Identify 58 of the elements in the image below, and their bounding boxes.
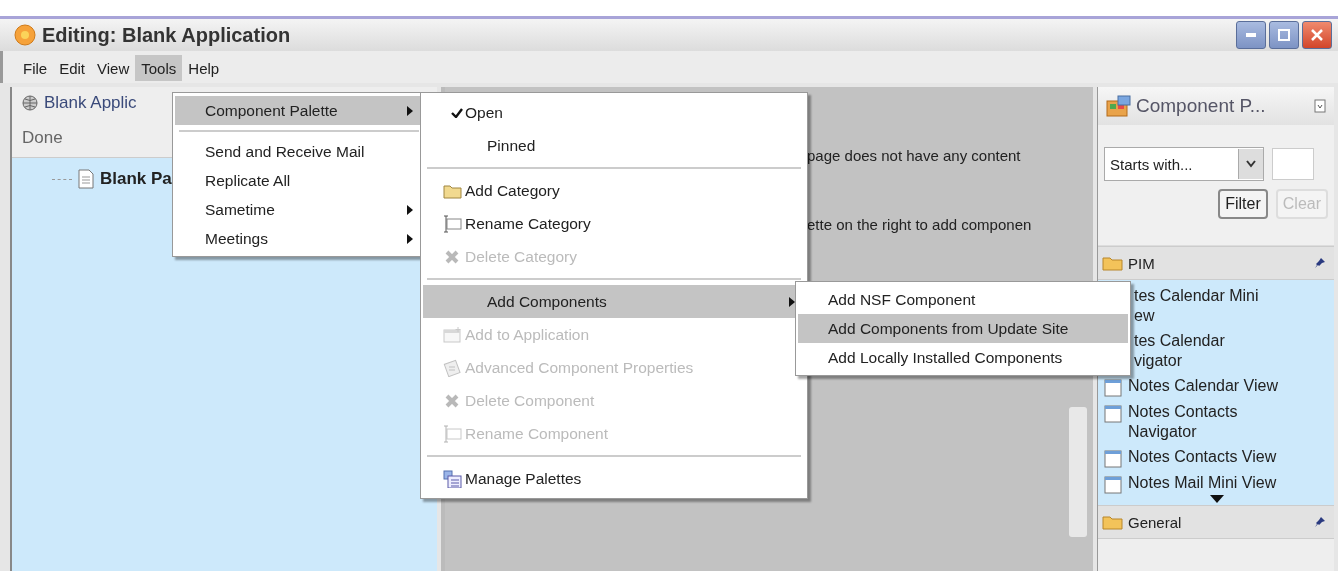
globe-icon bbox=[22, 95, 38, 111]
rename-icon bbox=[443, 214, 463, 233]
window-title: Editing: Blank Application bbox=[42, 23, 292, 47]
palette-list-icon bbox=[443, 469, 463, 488]
category-name: General bbox=[1128, 513, 1183, 531]
category-header[interactable]: General bbox=[1098, 505, 1334, 539]
page-icon bbox=[78, 169, 94, 189]
window-icon bbox=[1104, 405, 1122, 423]
minimize-icon bbox=[1246, 33, 1256, 37]
tree-item[interactable]: Blank Pa bbox=[100, 169, 172, 189]
menu-item[interactable]: Add Category bbox=[423, 174, 805, 207]
menu-item[interactable]: Meetings bbox=[175, 224, 423, 253]
close-icon bbox=[1311, 29, 1323, 41]
window-icon bbox=[1104, 450, 1122, 468]
pin-icon bbox=[1314, 516, 1326, 528]
menu-item[interactable]: Rename Category bbox=[423, 207, 805, 240]
palette-icon bbox=[1106, 95, 1132, 117]
pin-icon bbox=[1314, 257, 1326, 269]
panel-menu-icon bbox=[1314, 99, 1326, 113]
panel-title: Component P... bbox=[1136, 95, 1267, 117]
menu-item[interactable]: View bbox=[91, 55, 136, 81]
maximize-icon bbox=[1278, 29, 1290, 41]
filter-field[interactable] bbox=[1272, 148, 1314, 180]
category-header[interactable]: PIM bbox=[1098, 246, 1334, 280]
menu-item[interactable]: Replicate All bbox=[175, 166, 423, 195]
window-icon bbox=[443, 325, 463, 344]
window-icon bbox=[1104, 476, 1122, 494]
menu-item[interactable]: File bbox=[17, 55, 54, 81]
panel-title: Blank Applic bbox=[44, 93, 137, 113]
menu-item[interactable]: Tools bbox=[135, 55, 183, 81]
filter-dropdown[interactable]: Starts with... bbox=[1104, 147, 1264, 181]
minimize-button[interactable] bbox=[1236, 21, 1266, 49]
component-item[interactable]: Notes Contacts Navigator bbox=[1128, 402, 1238, 442]
maximize-button[interactable] bbox=[1269, 21, 1299, 49]
collapse-handle[interactable] bbox=[1069, 407, 1087, 537]
filter-button[interactable]: Filter bbox=[1218, 189, 1268, 219]
menu-item[interactable]: Add Locally Installed Components bbox=[798, 343, 1128, 372]
menu-item[interactable]: Add Components from Update Site bbox=[798, 314, 1128, 343]
menu-item[interactable]: Component Palette bbox=[175, 96, 423, 125]
app-logo-icon bbox=[14, 24, 36, 46]
menu-item[interactable]: Sametime bbox=[175, 195, 423, 224]
menu-item[interactable]: Manage Palettes bbox=[423, 462, 805, 495]
folder-icon bbox=[1102, 514, 1124, 530]
tree-line bbox=[52, 178, 72, 180]
close-button[interactable] bbox=[1302, 21, 1332, 49]
info-text: ette on the right to add componen bbox=[807, 216, 1033, 233]
component-item[interactable]: Notes Contacts View bbox=[1128, 447, 1277, 467]
info-text: page does not have any content bbox=[807, 147, 1022, 164]
menu-item[interactable]: Help bbox=[182, 55, 226, 81]
component-item[interactable]: Notes Calendar View bbox=[1128, 376, 1278, 396]
menu-item[interactable]: Edit bbox=[53, 55, 92, 81]
folder-icon bbox=[1102, 255, 1124, 271]
component-item[interactable]: Notes Mail Mini View bbox=[1128, 473, 1277, 493]
category-name: PIM bbox=[1128, 254, 1156, 272]
window-icon bbox=[1104, 379, 1122, 397]
rename-icon bbox=[443, 424, 463, 443]
component-item[interactable]: tes Calendar vigator bbox=[1134, 331, 1225, 371]
scroll-down-icon bbox=[1210, 495, 1224, 503]
